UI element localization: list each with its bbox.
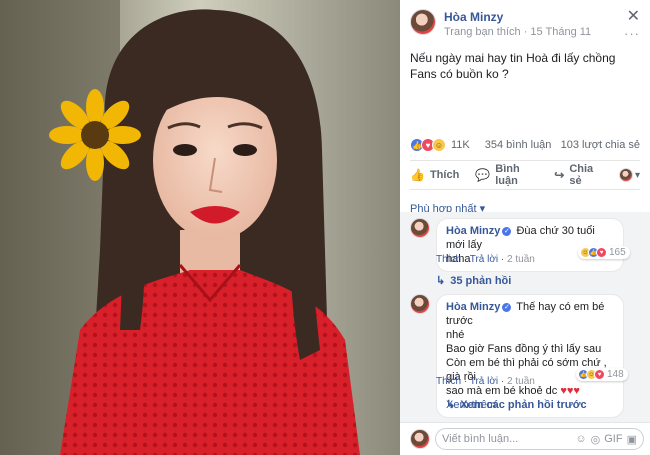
comment-like-link[interactable]: Thích (436, 254, 461, 265)
haha-reaction-icon[interactable]: ☺ (432, 138, 446, 152)
comments-shares-count[interactable]: 354 bình luận 103 lượt chia sẻ (485, 139, 640, 151)
gif-icon[interactable]: GIF (604, 433, 622, 446)
sticker-icon[interactable]: ▣ (627, 433, 637, 446)
composer-icons: ☺ ◎ GIF ▣ (571, 433, 637, 446)
comments-section: Hòa Minzy ✓ Đùa chứ 30 tuổi mới lấy haha … (400, 212, 650, 422)
reactions-count[interactable]: 11K (451, 139, 470, 151)
close-icon[interactable]: ✕ (627, 6, 640, 26)
comment-reply-link[interactable]: Trả lời (470, 376, 498, 387)
comment-button[interactable]: 💬 Bình luận (475, 163, 538, 187)
speech-bubble-icon: 💬 (475, 168, 491, 182)
reply-arrow-icon: ↳ (446, 399, 456, 411)
post-date[interactable]: 15 Tháng 11 (530, 26, 591, 38)
comment-input[interactable]: Viết bình luận... ☺ ◎ GIF ▣ (435, 428, 644, 450)
view-previous-replies-link[interactable]: ↳ Xem các phản hồi trước (446, 398, 587, 411)
post-actions: 👍 Thích 💬 Bình luận ↪ Chia sẻ ▾ (410, 160, 640, 190)
post-photo[interactable] (0, 0, 400, 455)
post-source: Trang bạn thích (444, 26, 521, 38)
portrait-image (0, 0, 400, 455)
share-button[interactable]: ↪ Chia sẻ (554, 163, 603, 187)
react-as-selector[interactable]: ▾ (618, 168, 640, 182)
comment-meta: Thích · Trả lời · 2 tuần (436, 376, 535, 387)
view-replies-link[interactable]: ↳ 35 phản hồi (436, 274, 511, 287)
love-reaction-icon: ♥ (596, 247, 607, 258)
comment-meta: Thích · Trả lời · 2 tuần (436, 254, 535, 265)
commenter-name[interactable]: Hòa Minzy (446, 225, 500, 237)
thumbs-up-icon: 👍 (410, 168, 425, 182)
chevron-down-icon: ▾ (634, 169, 640, 181)
post-sidebar: Hòa Minzy Trang bạn thích · 15 Tháng 11 … (400, 0, 650, 455)
like-button[interactable]: 👍 Thích (410, 168, 459, 182)
author-name[interactable]: Hòa Minzy (444, 9, 591, 25)
post-stats: 👍 ♥ ☺ 11K 354 bình luận 103 lượt chia sẻ (400, 136, 650, 154)
comment-time[interactable]: 2 tuần (507, 254, 535, 265)
comment-reactions[interactable]: ☺ 👍 ♥ 165 (578, 246, 630, 259)
commenter-avatar[interactable] (410, 294, 430, 314)
share-arrow-icon: ↪ (554, 168, 565, 182)
post-header: Hòa Minzy Trang bạn thích · 15 Tháng 11 … (400, 0, 650, 44)
viewer-avatar (618, 168, 633, 182)
commenter-name[interactable]: Hòa Minzy (446, 301, 500, 313)
verified-badge-icon: ✓ (502, 303, 512, 312)
camera-icon[interactable]: ◎ (591, 433, 601, 446)
comment-reply-link[interactable]: Trả lời (470, 254, 498, 265)
comment-reactions[interactable]: 👍 ☺ ♥ 148 (576, 368, 628, 381)
post-text: Nếu ngày mai hay tin Hoà đi lấy chồng Fa… (410, 51, 616, 81)
comment-time[interactable]: 2 tuần (507, 376, 535, 387)
comment-composer: Viết bình luận... ☺ ◎ GIF ▣ (400, 422, 650, 455)
post-meta: Trang bạn thích · 15 Tháng 11 (444, 26, 592, 38)
reply-arrow-icon: ↳ (436, 275, 446, 287)
love-reaction-icon: ♥ (594, 369, 605, 380)
verified-badge-icon: ✓ (502, 227, 512, 236)
emoji-icon[interactable]: ☺ (575, 433, 586, 446)
more-options-icon[interactable]: ··· (624, 26, 640, 41)
viewer-avatar (410, 429, 430, 449)
author-avatar[interactable] (410, 9, 436, 35)
comment-like-link[interactable]: Thích (436, 376, 461, 387)
hearts-emoji: ♥♥♥ (560, 385, 580, 397)
commenter-avatar[interactable] (410, 218, 430, 238)
